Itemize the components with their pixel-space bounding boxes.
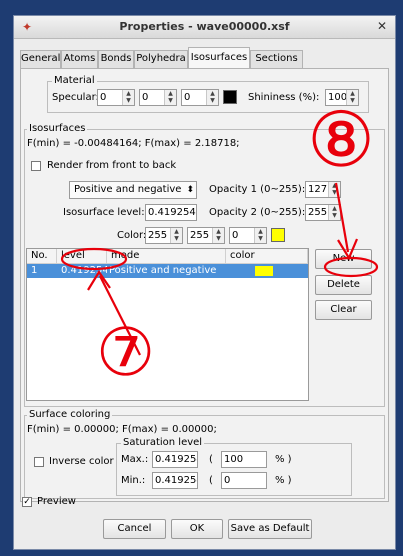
opacity1-label: Opacity 1 (0~255): — [209, 184, 306, 195]
specular-b-spinbox[interactable]: 0 ▲ ▼ — [181, 89, 219, 106]
surface-coloring-group: Surface coloring F(min) = 0.00000; F(max… — [24, 409, 385, 499]
save-as-default-button[interactable]: Save as Default — [228, 519, 312, 539]
annotation-7: ⑦ — [96, 314, 156, 391]
material-title: Material — [52, 75, 97, 86]
isosurface-level-label: Isosurface level: — [63, 207, 145, 218]
min-label: Min.: — [121, 475, 146, 486]
surface-coloring-range-text: F(min) = 0.00000; F(max) = 0.00000; — [27, 424, 217, 435]
isosurface-list[interactable]: No. level mode color 1 0.419254 Positive… — [26, 248, 309, 401]
saturation-level-title: Saturation level — [121, 437, 205, 448]
column-header-no[interactable]: No. — [27, 249, 57, 264]
row-color-swatch — [255, 266, 273, 276]
column-header-level[interactable]: level — [57, 249, 107, 264]
delete-button[interactable]: Delete — [315, 275, 372, 295]
max-open-paren: ( — [209, 454, 213, 465]
isosurface-color-swatch[interactable] — [271, 228, 285, 242]
spin-arrows-icon[interactable]: ▲ ▼ — [164, 90, 176, 105]
row-no: 1 — [31, 265, 38, 276]
saturation-min-input[interactable]: 0.419254 — [152, 472, 198, 489]
spin-arrows-icon[interactable]: ▲ ▼ — [254, 228, 266, 243]
saturation-min-percent-input[interactable]: 0 — [221, 472, 267, 489]
specular-color-swatch[interactable] — [223, 90, 237, 104]
tab-sections[interactable]: Sections — [250, 50, 303, 68]
max-percent-suffix: % ) — [275, 454, 292, 465]
close-icon[interactable]: ✕ — [377, 19, 387, 33]
render-front-to-back-checkbox[interactable] — [31, 161, 41, 171]
surface-coloring-title: Surface coloring — [27, 409, 113, 420]
render-front-to-back-label: Render from front to back — [47, 160, 177, 171]
column-header-mode[interactable]: mode — [107, 249, 226, 264]
opacity2-label: Opacity 2 (0~255): — [209, 207, 306, 218]
isosurfaces-title: Isosurfaces — [27, 123, 88, 134]
clear-button[interactable]: Clear — [315, 300, 372, 320]
spin-arrows-icon[interactable]: ▲ ▼ — [170, 228, 182, 243]
row-level: 0.419254 — [61, 265, 107, 276]
column-header-color[interactable]: color — [226, 249, 308, 264]
tab-general[interactable]: General — [20, 50, 61, 68]
specular-g-spinbox[interactable]: 0 ▲ ▼ — [139, 89, 177, 106]
inverse-color-label: Inverse color — [49, 456, 114, 467]
tab-bonds[interactable]: Bonds — [98, 50, 134, 68]
annotation-8: ⑧ — [307, 95, 376, 184]
specular-r-spinbox[interactable]: 0 ▲ ▼ — [97, 89, 135, 106]
color-g-spinbox[interactable]: 255 ▲ ▼ — [187, 227, 225, 244]
table-row[interactable]: 1 0.419254 Positive and negative — [27, 264, 308, 278]
opacity2-spinbox[interactable]: 255 ▲ ▼ — [305, 204, 341, 221]
inverse-color-checkbox[interactable] — [34, 457, 44, 467]
ok-button[interactable]: OK — [171, 519, 223, 539]
max-label: Max.: — [121, 454, 149, 465]
color-r-spinbox[interactable]: 255 ▲ ▼ — [145, 227, 183, 244]
preview-label: Preview — [37, 496, 76, 507]
spin-arrows-icon[interactable]: ▲ ▼ — [206, 90, 218, 105]
mode-select[interactable]: Positive and negative ⬍ — [69, 181, 197, 199]
isosurface-level-input[interactable]: 0.419254 — [145, 204, 197, 221]
title-bar: ✦ Properties - wave00000.xsf ✕ — [14, 16, 395, 39]
saturation-level-group: Saturation level Max.: 0.419254 ( 100 % … — [116, 437, 352, 496]
spin-arrows-icon[interactable]: ▲ ▼ — [328, 182, 340, 197]
spin-arrows-icon[interactable]: ▲ ▼ — [328, 205, 340, 220]
saturation-max-percent-input[interactable]: 100 — [221, 451, 267, 468]
updown-arrow-icon: ⬍ — [186, 185, 194, 195]
tab-polyhedra[interactable]: Polyhedra — [134, 50, 188, 68]
isosurface-range-text: F(min) = -0.00484164; F(max) = 2.18718; — [27, 138, 240, 149]
specular-label: Specular: — [52, 92, 99, 103]
tab-atoms[interactable]: Atoms — [61, 50, 98, 68]
color-label: Color: — [117, 230, 147, 241]
window-title: Properties - wave00000.xsf — [119, 20, 290, 33]
color-b-spinbox[interactable]: 0 ▲ ▼ — [229, 227, 267, 244]
saturation-max-input[interactable]: 0.419254 — [152, 451, 198, 468]
row-mode: Positive and negative — [109, 265, 217, 276]
spin-arrows-icon[interactable]: ▲ ▼ — [212, 228, 224, 243]
cancel-button[interactable]: Cancel — [103, 519, 166, 539]
tab-isosurfaces[interactable]: Isosurfaces — [188, 47, 250, 69]
spin-arrows-icon[interactable]: ▲ ▼ — [122, 90, 134, 105]
new-button[interactable]: New — [315, 249, 372, 269]
preview-checkbox[interactable]: ✓ — [22, 497, 32, 507]
min-percent-suffix: % ) — [275, 475, 292, 486]
min-open-paren: ( — [209, 475, 213, 486]
